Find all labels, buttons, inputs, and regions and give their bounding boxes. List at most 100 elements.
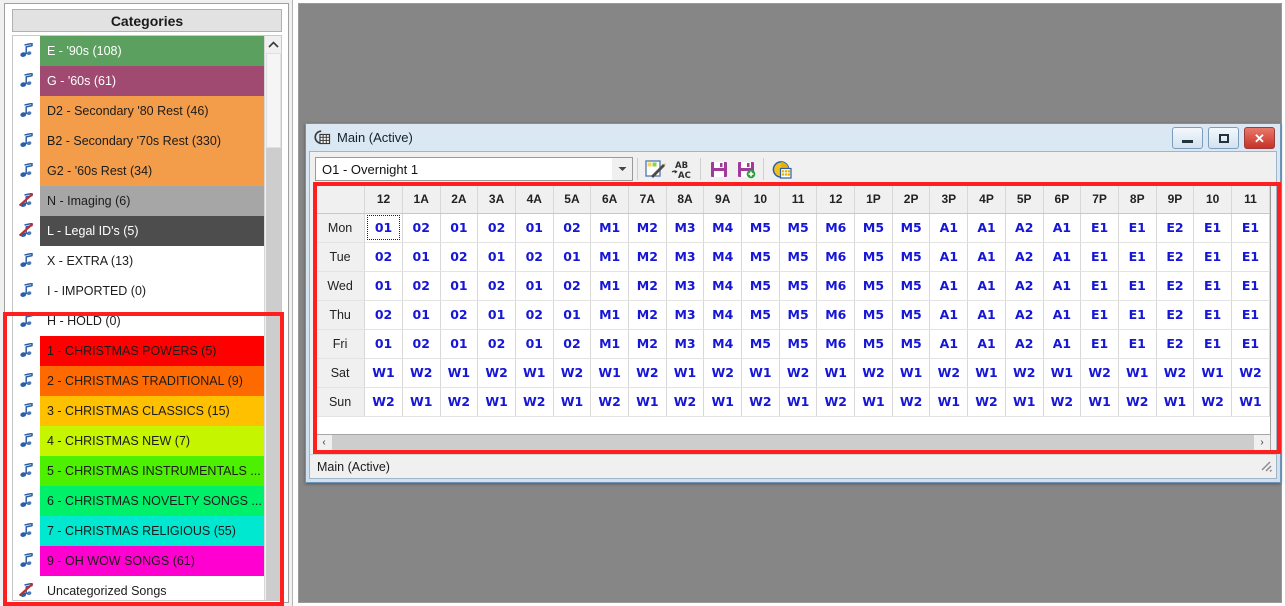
hour-column-header[interactable]: 5A (553, 186, 592, 214)
schedule-slot-cell[interactable]: A1 (967, 329, 1006, 359)
schedule-slot-cell[interactable]: 02 (477, 213, 516, 243)
schedule-slot-cell[interactable]: M4 (703, 300, 743, 330)
schedule-slot-cell[interactable]: W2 (929, 358, 969, 388)
category-row[interactable]: X - EXTRA (13) (13, 246, 265, 276)
schedule-slot-cell[interactable]: W2 (666, 387, 705, 417)
hour-column-header[interactable]: 11 (779, 186, 818, 214)
schedule-slot-cell[interactable]: M3 (666, 213, 705, 243)
schedule-slot-cell[interactable]: M1 (590, 300, 629, 330)
schedule-slot-cell[interactable]: 02 (402, 213, 441, 243)
schedule-slot-cell[interactable]: 01 (364, 213, 403, 243)
schedule-slot-cell[interactable]: 02 (402, 329, 441, 359)
schedule-slot-cell[interactable]: W2 (553, 358, 592, 388)
scrollbar-thumb[interactable] (266, 53, 281, 148)
schedule-slot-cell[interactable]: M2 (628, 242, 667, 272)
schedule-slot-cell[interactable]: E1 (1118, 329, 1157, 359)
hour-column-header[interactable]: 4A (515, 186, 554, 214)
day-label-cell[interactable]: Fri (316, 329, 366, 359)
schedule-slot-cell[interactable]: E2 (1156, 271, 1195, 301)
schedule-slot-cell[interactable]: W2 (590, 387, 629, 417)
schedule-slot-cell[interactable]: E1 (1193, 213, 1232, 243)
schedule-slot-cell[interactable]: M1 (590, 271, 629, 301)
schedule-slot-cell[interactable]: 01 (553, 242, 592, 272)
schedule-slot-cell[interactable]: 02 (364, 242, 403, 272)
schedule-slot-cell[interactable]: 01 (364, 271, 403, 301)
schedule-slot-cell[interactable]: W1 (1118, 358, 1157, 388)
hour-column-header[interactable]: 6A (590, 186, 629, 214)
schedule-slot-cell[interactable]: M1 (590, 213, 629, 243)
scrollbar-track[interactable] (266, 148, 281, 600)
schedule-slot-cell[interactable]: W2 (854, 358, 893, 388)
schedule-slot-cell[interactable]: A1 (929, 213, 969, 243)
schedule-slot-cell[interactable]: M6 (816, 300, 856, 330)
schedule-slot-cell[interactable]: W1 (440, 358, 479, 388)
schedule-slot-cell[interactable]: M4 (703, 213, 743, 243)
schedule-slot-cell[interactable]: A1 (929, 329, 969, 359)
schedule-slot-cell[interactable]: E1 (1080, 329, 1119, 359)
schedule-slot-cell[interactable]: M3 (666, 329, 705, 359)
schedule-slot-cell[interactable]: M5 (854, 329, 893, 359)
hour-column-header[interactable]: 7A (628, 186, 667, 214)
schedule-slot-cell[interactable]: E2 (1156, 213, 1195, 243)
schedule-slot-cell[interactable]: M5 (854, 242, 893, 272)
schedule-slot-cell[interactable]: A1 (929, 242, 969, 272)
hscrollbar-thumb[interactable] (332, 435, 1254, 450)
schedule-slot-cell[interactable]: A1 (967, 242, 1006, 272)
schedule-slot-cell[interactable]: A1 (1043, 271, 1082, 301)
hour-column-header[interactable]: 12 (816, 186, 856, 214)
schedule-slot-cell[interactable]: A1 (967, 213, 1006, 243)
category-row[interactable]: 2 - CHRISTMAS TRADITIONAL (9) (13, 366, 265, 396)
schedule-slot-cell[interactable]: M5 (741, 242, 780, 272)
scroll-right-arrow-icon[interactable]: › (1254, 435, 1270, 450)
schedule-slot-cell[interactable]: M5 (854, 271, 893, 301)
hour-column-header[interactable]: 5P (1005, 186, 1044, 214)
hour-column-header[interactable]: 3A (477, 186, 516, 214)
schedule-slot-cell[interactable]: W1 (402, 387, 441, 417)
schedule-slot-cell[interactable]: W2 (1043, 387, 1082, 417)
schedule-slot-cell[interactable]: 01 (477, 300, 516, 330)
schedule-slot-cell[interactable]: M4 (703, 329, 743, 359)
schedule-slot-cell[interactable]: M3 (666, 242, 705, 272)
schedule-slot-cell[interactable]: M5 (892, 329, 931, 359)
hour-column-header[interactable]: 8A (666, 186, 705, 214)
schedule-slot-cell[interactable]: 01 (515, 213, 554, 243)
category-row[interactable]: 3 - CHRISTMAS CLASSICS (15) (13, 396, 265, 426)
save-button[interactable] (705, 157, 732, 181)
schedule-slot-cell[interactable]: E1 (1118, 213, 1157, 243)
schedule-slot-cell[interactable]: M6 (816, 242, 856, 272)
hour-column-header[interactable]: 9A (703, 186, 743, 214)
schedule-slot-cell[interactable]: E1 (1231, 242, 1270, 272)
schedule-slot-cell[interactable]: E1 (1118, 242, 1157, 272)
schedule-slot-cell[interactable]: W1 (1156, 387, 1195, 417)
hour-column-header[interactable]: 10 (1193, 186, 1232, 214)
schedule-slot-cell[interactable]: W2 (1118, 387, 1157, 417)
schedule-slot-cell[interactable]: W2 (364, 387, 403, 417)
schedule-slot-cell[interactable]: 02 (440, 242, 479, 272)
schedule-slot-cell[interactable]: W1 (628, 387, 667, 417)
schedule-slot-cell[interactable]: M5 (892, 300, 931, 330)
schedule-slot-cell[interactable]: 01 (477, 242, 516, 272)
schedule-slot-cell[interactable]: W2 (515, 387, 554, 417)
schedule-slot-cell[interactable]: A1 (1043, 329, 1082, 359)
schedule-slot-cell[interactable]: M5 (892, 271, 931, 301)
schedule-slot-cell[interactable]: M5 (854, 300, 893, 330)
hour-column-header[interactable]: 1P (854, 186, 893, 214)
schedule-slot-cell[interactable]: 02 (477, 329, 516, 359)
schedule-slot-cell[interactable]: M1 (590, 329, 629, 359)
schedule-slot-cell[interactable]: W1 (553, 387, 592, 417)
schedule-slot-cell[interactable]: M5 (779, 213, 818, 243)
schedule-slot-cell[interactable]: A1 (967, 300, 1006, 330)
schedule-slot-cell[interactable]: W1 (929, 387, 969, 417)
scroll-left-arrow-icon[interactable]: ‹ (316, 435, 332, 450)
schedule-slot-cell[interactable]: E1 (1080, 213, 1119, 243)
schedule-slot-cell[interactable]: W1 (967, 358, 1006, 388)
schedule-slot-cell[interactable]: W1 (741, 358, 780, 388)
schedule-slot-cell[interactable]: A1 (929, 300, 969, 330)
schedule-slot-cell[interactable]: M5 (892, 213, 931, 243)
schedule-slot-cell[interactable]: M4 (703, 242, 743, 272)
hour-column-header[interactable]: 6P (1043, 186, 1082, 214)
category-row[interactable]: G - '60s (61) (13, 66, 265, 96)
clock-calendar-button[interactable] (768, 157, 795, 181)
schedule-slot-cell[interactable]: W1 (1193, 358, 1232, 388)
schedule-slot-cell[interactable]: W2 (440, 387, 479, 417)
